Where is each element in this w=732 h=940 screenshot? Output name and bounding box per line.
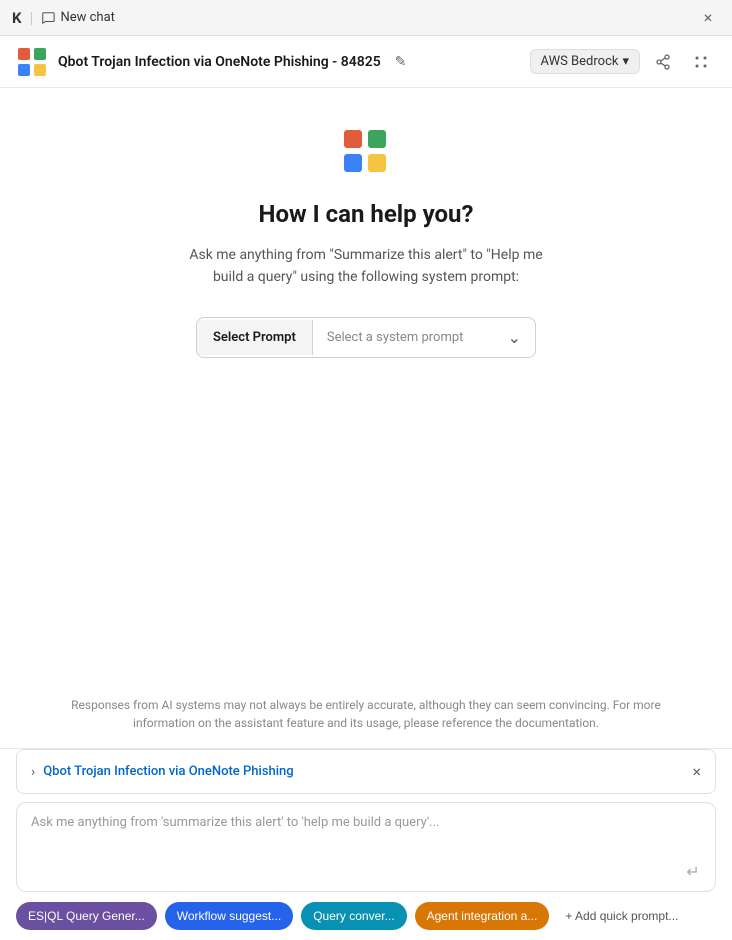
quick-prompt-button[interactable]: Agent integration a...	[415, 902, 550, 930]
input-area: Ask me anything from 'summarize this ale…	[16, 802, 716, 892]
app-letter: K	[12, 9, 22, 27]
share-icon	[655, 54, 671, 70]
alert-title[interactable]: Qbot Trojan Infection via OneNote Phishi…	[43, 764, 293, 779]
alert-close-button[interactable]: ×	[692, 762, 701, 781]
header-right: AWS Bedrock ▾	[530, 47, 716, 77]
prompt-dropdown[interactable]: Select a system prompt ⌄	[313, 318, 535, 357]
divider: |	[30, 8, 34, 27]
input-toolbar: ↵	[17, 853, 715, 891]
aws-badge-label: AWS Bedrock	[541, 54, 619, 69]
quick-prompt-button[interactable]: Workflow suggest...	[165, 902, 293, 930]
bottom-area: › Qbot Trojan Infection via OneNote Phis…	[0, 748, 732, 940]
disclaimer: Responses from AI systems may not always…	[0, 680, 732, 748]
alert-row: › Qbot Trojan Infection via OneNote Phis…	[16, 749, 716, 794]
send-button[interactable]: ↵	[679, 857, 707, 885]
prompt-selector[interactable]: Select Prompt Select a system prompt ⌄	[196, 317, 536, 358]
help-title: How I can help you?	[259, 200, 474, 228]
alert-chevron-icon[interactable]: ›	[31, 764, 35, 780]
app-logo-icon	[16, 46, 48, 78]
main-app-logo	[342, 128, 390, 176]
quick-prompt-button[interactable]: ES|QL Query Gener...	[16, 902, 157, 930]
quick-prompts-bar: ES|QL Query Gener... Workflow suggest... Q…	[0, 892, 732, 940]
prompt-label: Select Prompt	[197, 320, 313, 355]
aws-chevron-icon: ▾	[622, 54, 629, 69]
chat-input[interactable]: Ask me anything from 'summarize this ale…	[17, 803, 715, 853]
prompt-chevron-down-icon: ⌄	[508, 328, 521, 347]
new-chat-tab[interactable]: New chat	[41, 10, 114, 25]
aws-bedrock-badge[interactable]: AWS Bedrock ▾	[530, 49, 640, 74]
menu-icon	[693, 54, 709, 70]
chat-bubble-icon	[41, 11, 55, 25]
title-bar: K | New chat ×	[0, 0, 732, 36]
disclaimer-text: Responses from AI systems may not always…	[71, 698, 661, 730]
title-bar-left: K | New chat	[12, 8, 115, 27]
header-title: Qbot Trojan Infection via OneNote Phishi…	[58, 54, 381, 70]
header-left: Qbot Trojan Infection via OneNote Phishi…	[16, 46, 407, 78]
quick-prompt-button[interactable]: Query conver...	[301, 902, 406, 930]
edit-icon[interactable]: ✎	[395, 54, 407, 70]
close-button[interactable]: ×	[696, 6, 720, 30]
main-content: How I can help you? Ask me anything from…	[0, 88, 732, 680]
add-quick-prompt-button[interactable]: + Add quick prompt...	[557, 902, 686, 930]
alert-row-left: › Qbot Trojan Infection via OneNote Phis…	[31, 764, 294, 780]
help-description: Ask me anything from "Summarize this ale…	[176, 244, 556, 289]
menu-button[interactable]	[686, 47, 716, 77]
share-button[interactable]	[648, 47, 678, 77]
prompt-placeholder: Select a system prompt	[327, 330, 464, 345]
new-chat-label: New chat	[60, 10, 114, 25]
header: Qbot Trojan Infection via OneNote Phishi…	[0, 36, 732, 88]
